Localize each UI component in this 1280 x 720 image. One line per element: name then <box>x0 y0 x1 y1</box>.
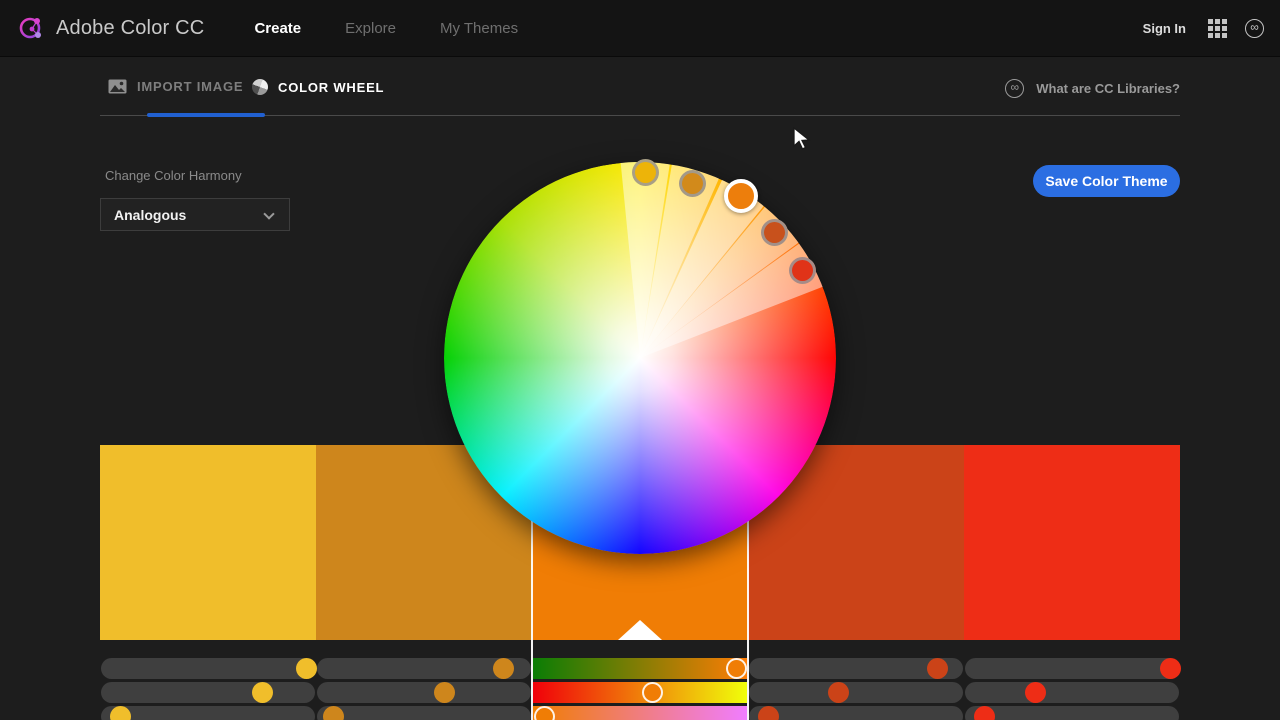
slider-track-row3-swatch2[interactable] <box>317 706 531 720</box>
app-title: Adobe Color CC <box>56 17 204 40</box>
nav-explore[interactable]: Explore <box>345 20 396 37</box>
top-bar: Adobe Color CC Create Explore My Themes … <box>0 0 1280 57</box>
slider-track-row3-swatch1[interactable] <box>101 706 315 720</box>
cc-libraries-link[interactable]: ∞ What are CC Libraries? <box>1005 79 1180 98</box>
chevron-down-icon <box>263 208 274 219</box>
cc-libraries-label: What are CC Libraries? <box>1036 81 1180 96</box>
tab-import-image[interactable]: IMPORT IMAGE <box>108 79 243 94</box>
active-tab-underline <box>147 113 265 117</box>
slider-handle-row2-swatch3[interactable] <box>642 682 663 703</box>
slider-track-row3-swatch4[interactable] <box>749 706 963 720</box>
harmony-selected-value: Analogous <box>114 207 186 223</box>
slider-handle-row2-swatch5[interactable] <box>1025 682 1046 703</box>
selected-swatch-pointer <box>618 620 662 640</box>
slider-track-row2-swatch1[interactable] <box>101 682 315 703</box>
slider-handle-row1-swatch2[interactable] <box>493 658 514 679</box>
app-grid-icon[interactable] <box>1208 19 1227 38</box>
creative-cloud-icon[interactable]: ∞ <box>1245 19 1264 38</box>
nav-my-themes[interactable]: My Themes <box>440 20 518 37</box>
slider-handle-row3-swatch1[interactable] <box>110 706 131 720</box>
wheel-handle-3[interactable] <box>724 179 758 213</box>
harmony-label: Change Color Harmony <box>105 168 242 183</box>
logo[interactable]: Adobe Color CC <box>16 13 204 43</box>
main-nav: Create Explore My Themes <box>204 20 518 37</box>
adobe-color-app: Adobe Color CC Create Explore My Themes … <box>0 0 1280 720</box>
slider-track-row1-swatch1[interactable] <box>101 658 315 679</box>
wheel-handle-2[interactable] <box>679 170 706 197</box>
nav-create[interactable]: Create <box>254 20 301 37</box>
slider-handle-row2-swatch1[interactable] <box>252 682 273 703</box>
import-image-icon <box>108 79 127 94</box>
slider-handle-row1-swatch5[interactable] <box>1160 658 1181 679</box>
adobe-color-logo-icon <box>16 13 46 43</box>
slider-handle-row3-swatch2[interactable] <box>323 706 344 720</box>
slider-track-row3-swatch3[interactable] <box>533 706 747 720</box>
slider-track-row1-swatch5[interactable] <box>965 658 1179 679</box>
save-color-theme-button[interactable]: Save Color Theme <box>1033 165 1180 197</box>
slider-handle-row1-swatch4[interactable] <box>927 658 948 679</box>
wheel-handle-4[interactable] <box>761 219 788 246</box>
slider-track-row1-swatch3[interactable] <box>533 658 747 679</box>
slider-handle-row3-swatch4[interactable] <box>758 706 779 720</box>
tab-bar: IMPORT IMAGE COLOR WHEEL ∞ What are CC L… <box>0 57 1280 116</box>
slider-track-row2-swatch5[interactable] <box>965 682 1179 703</box>
tab-import-image-label: IMPORT IMAGE <box>137 79 243 94</box>
tab-color-wheel[interactable]: COLOR WHEEL <box>252 79 384 95</box>
slider-track-row3-swatch5[interactable] <box>965 706 1179 720</box>
slider-handle-row2-swatch4[interactable] <box>828 682 849 703</box>
cc-libraries-icon: ∞ <box>1005 79 1024 98</box>
wheel-handle-1[interactable] <box>632 159 659 186</box>
palette-swatch-5[interactable] <box>964 445 1180 640</box>
slider-handle-row1-swatch1[interactable] <box>296 658 317 679</box>
slider-track-row2-swatch4[interactable] <box>749 682 963 703</box>
slider-track-row2-swatch2[interactable] <box>317 682 531 703</box>
harmony-dropdown[interactable]: Analogous <box>100 198 290 231</box>
sign-in-button[interactable]: Sign In <box>1143 21 1186 36</box>
palette-swatch-1[interactable] <box>100 445 316 640</box>
mouse-cursor <box>793 127 815 151</box>
top-bar-right: Sign In ∞ <box>1143 19 1264 38</box>
slider-track-row2-swatch3[interactable] <box>533 682 747 703</box>
wheel-handle-5[interactable] <box>789 257 816 284</box>
color-wheel-icon <box>252 79 268 95</box>
tab-color-wheel-label: COLOR WHEEL <box>278 80 384 95</box>
